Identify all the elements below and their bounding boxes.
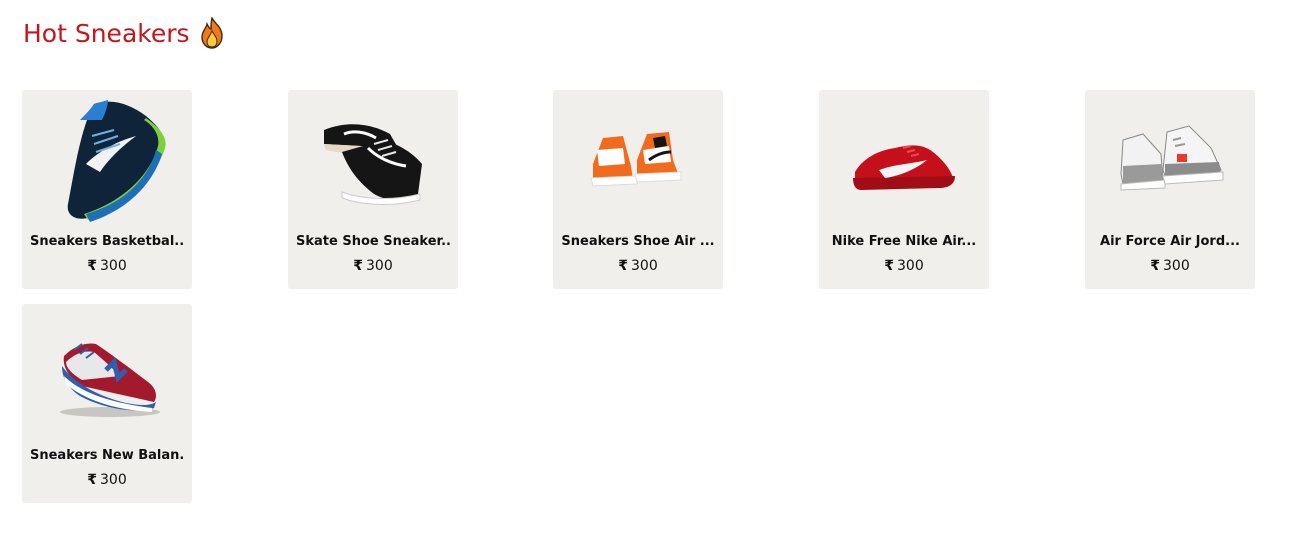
- product-card[interactable]: Sneakers Basketbal... ₹300: [22, 90, 192, 289]
- product-card[interactable]: Skate Shoe Sneaker... ₹300: [288, 90, 458, 289]
- rupee-icon: ₹: [618, 258, 628, 274]
- product-image-white-jordans[interactable]: [1085, 90, 1255, 230]
- rupee-icon: ₹: [87, 472, 97, 488]
- rupee-icon: ₹: [1150, 258, 1160, 274]
- product-price: ₹300: [553, 258, 723, 274]
- product-image-orange-high-tops[interactable]: [553, 90, 723, 230]
- rupee-icon: ₹: [87, 258, 97, 274]
- product-image-skate-shoes[interactable]: [288, 90, 458, 230]
- product-price: ₹300: [22, 472, 192, 488]
- product-name[interactable]: Skate Shoe Sneaker...: [296, 234, 450, 249]
- price-value: 300: [1163, 258, 1190, 274]
- product-image-new-balance-sneaker[interactable]: [22, 304, 192, 444]
- page: Hot Sneakers Sneakers Basketbal... ₹300: [0, 0, 1295, 540]
- price-value: 300: [100, 472, 127, 488]
- section-heading: Hot Sneakers: [23, 15, 226, 49]
- product-price: ₹300: [22, 258, 192, 274]
- product-name[interactable]: Sneakers New Balan...: [30, 448, 184, 463]
- price-value: 300: [100, 258, 127, 274]
- product-price: ₹300: [1085, 258, 1255, 274]
- product-card[interactable]: Air Force Air Jord... ₹300: [1085, 90, 1255, 289]
- product-image-red-running-shoe[interactable]: [819, 90, 989, 230]
- product-price: ₹300: [288, 258, 458, 274]
- fire-icon: [198, 15, 226, 49]
- price-value: 300: [897, 258, 924, 274]
- product-price: ₹300: [819, 258, 989, 274]
- section-title: Hot Sneakers: [23, 18, 190, 48]
- product-card[interactable]: Sneakers Shoe Air ... ₹300: [553, 90, 723, 289]
- product-name[interactable]: Nike Free Nike Air...: [827, 234, 981, 249]
- product-name[interactable]: Air Force Air Jord...: [1093, 234, 1247, 249]
- price-value: 300: [631, 258, 658, 274]
- product-card[interactable]: Nike Free Nike Air... ₹300: [819, 90, 989, 289]
- product-name[interactable]: Sneakers Shoe Air ...: [561, 234, 715, 249]
- rupee-icon: ₹: [353, 258, 363, 274]
- product-name[interactable]: Sneakers Basketbal...: [30, 234, 184, 249]
- product-image-blue-running-shoe[interactable]: [22, 90, 192, 230]
- product-card[interactable]: Sneakers New Balan... ₹300: [22, 304, 192, 503]
- price-value: 300: [366, 258, 393, 274]
- rupee-icon: ₹: [884, 258, 894, 274]
